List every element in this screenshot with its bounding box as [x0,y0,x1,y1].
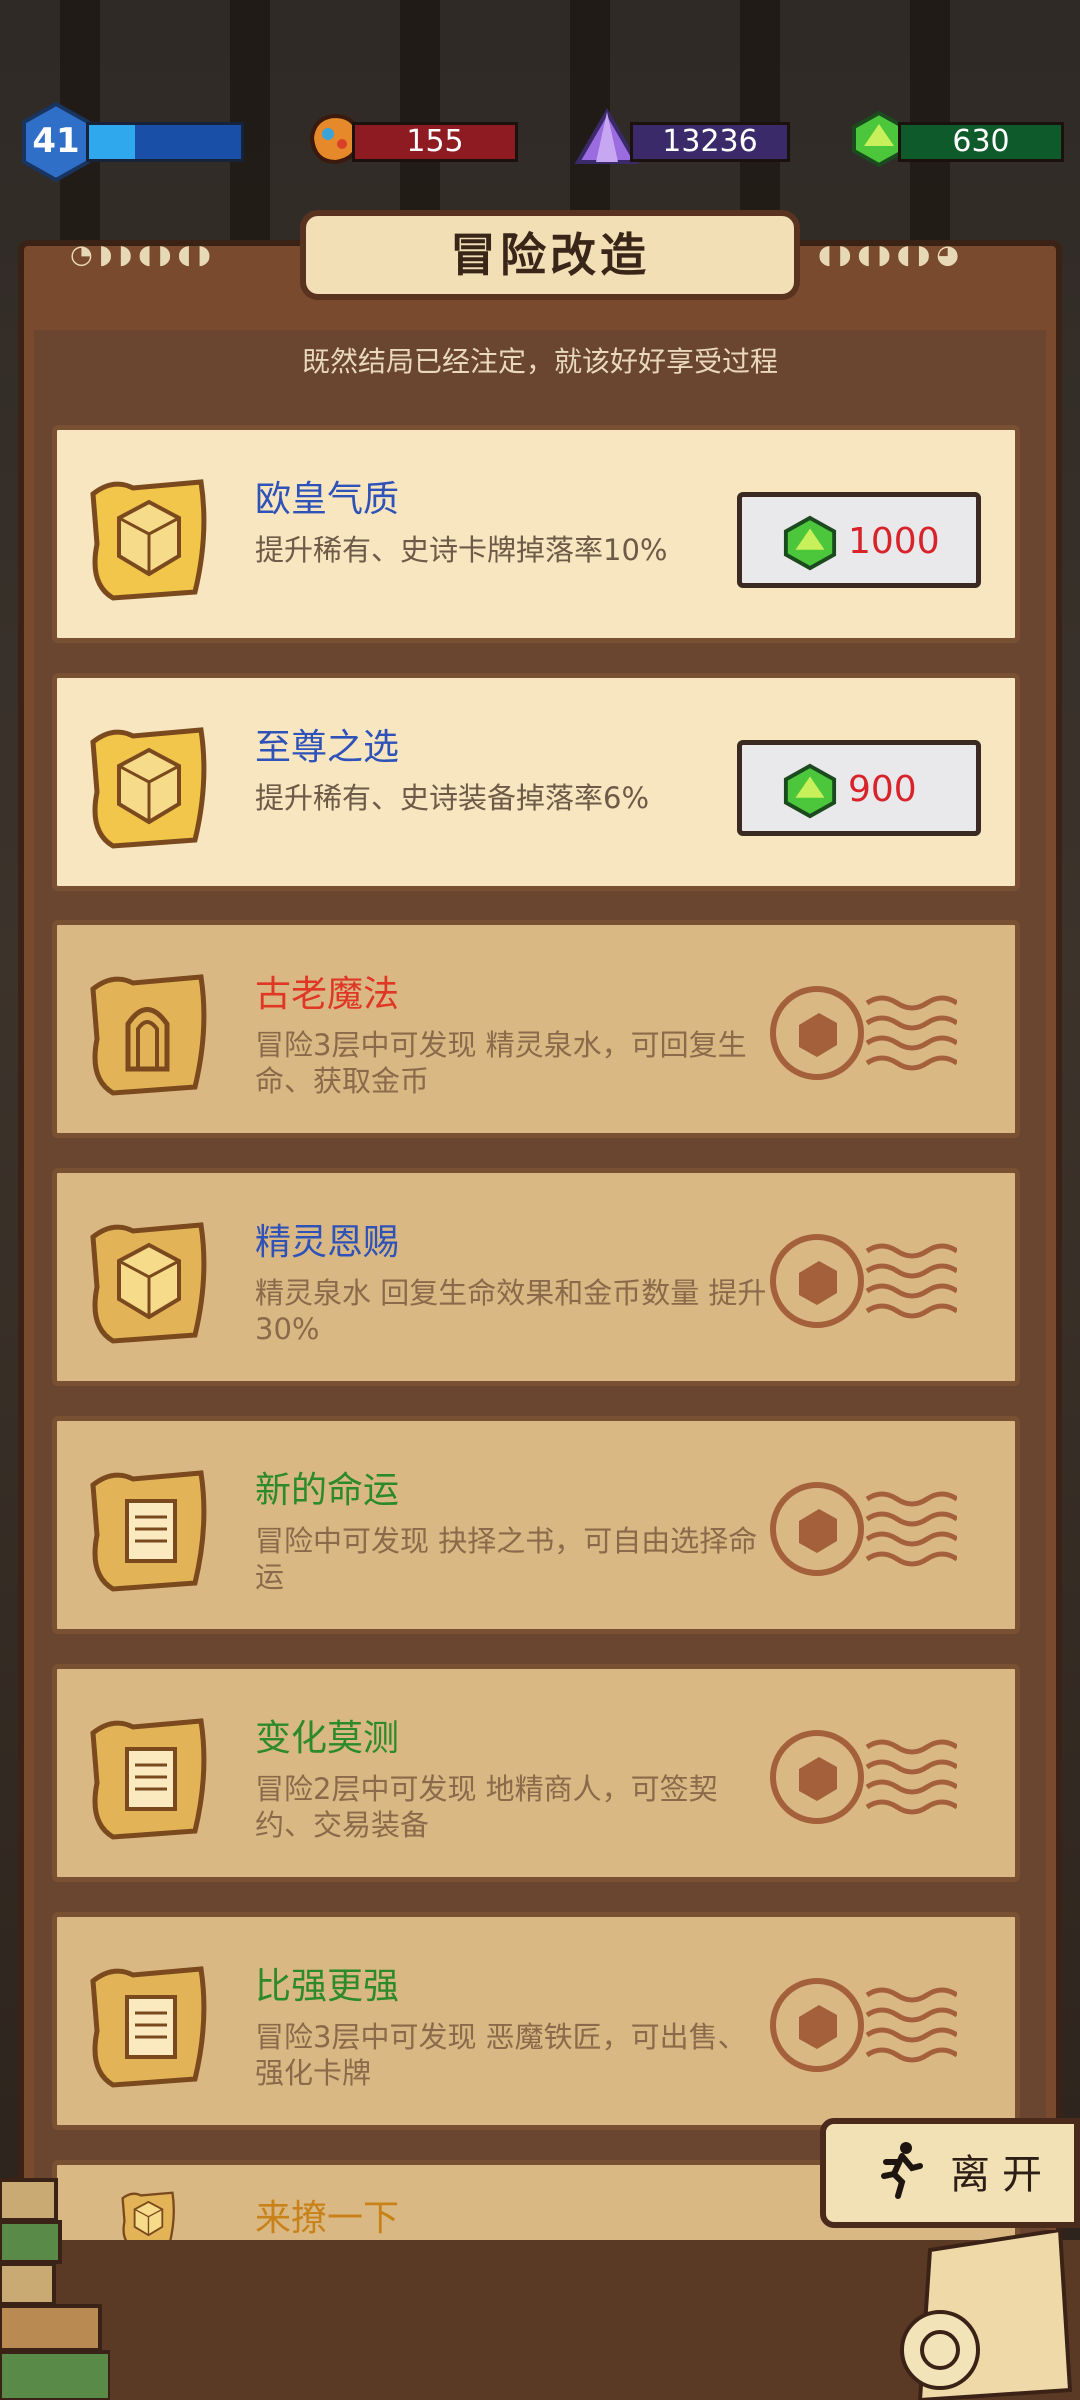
locked-stamp-icon [770,1234,957,1328]
upgrade-card[interactable]: 新的命运冒险中可发现 抉择之书，可自由选择命运 [52,1416,1020,1634]
locked-stamp-icon [770,1978,957,2072]
upgrade-card[interactable]: 精灵恩赐精灵泉水 回复生命效果和金币数量 提升 30% [52,1168,1020,1386]
card-title: 来撩一下 [255,2198,400,2239]
title-decoration-right: ◖◗◖◗◖◗◕ [818,240,965,270]
books-stack-icon [0,2178,110,2400]
dice-scroll-icon [90,1222,207,1344]
card-title: 比强更强 [255,1966,400,2007]
buy-button[interactable]: 900 [737,740,981,836]
book-scroll-icon [90,1470,207,1592]
green-gem-icon [783,763,837,819]
locked-stamp-icon [770,986,957,1080]
gem-value: 630 [952,124,1010,159]
locked-stamp-icon [770,1730,957,1824]
price-value: 900 [848,769,917,810]
card-title: 精灵恩赐 [255,1222,400,1263]
green-gem-icon [783,515,837,571]
player-level: 41 [32,121,80,161]
card-title: 至尊之选 [255,727,400,768]
gem-counter: 630 [898,122,1064,162]
upgrade-card[interactable]: 至尊之选提升稀有、史诗装备掉落率6% 900 [52,673,1020,891]
running-man-icon [881,2142,923,2199]
upgrade-card[interactable]: 变化莫测冒险2层中可发现 地精商人，可签契约、交易装备 [52,1664,1020,1882]
card-description: 冒险中可发现 抉择之书，可自由选择命运 [255,1524,758,1594]
crystal-counter: 13236 [630,122,790,162]
xp-bar [86,122,244,162]
page-subtitle: 既然结局已经注定，就该好好享受过程 [301,345,778,378]
upgrade-card[interactable]: 比强更强冒险3层中可发现 恶魔铁匠，可出售、强化卡牌 [52,1912,1020,2130]
card-description: 冒险3层中可发现 恶魔铁匠，可出售、强化卡牌 [255,2020,747,2090]
card-description: 提升稀有、史诗装备掉落率6% [255,781,650,815]
ore-value: 155 [406,124,464,159]
upgrade-card[interactable]: 古老魔法冒险3层中可发现 精灵泉水，可回复生命、获取金币 [52,920,1020,1138]
book-scroll-icon [90,1718,207,1840]
buy-button[interactable]: 1000 [737,492,981,588]
price-value: 1000 [848,521,940,562]
card-title: 欧皇气质 [255,479,400,520]
ore-counter: 155 [352,122,518,162]
page-title: 冒险改造 [450,228,650,282]
book-scroll-icon [90,1966,207,2088]
dice-scroll-icon [90,479,207,601]
card-title: 新的命运 [255,1470,400,1511]
card-title: 变化莫测 [255,1718,400,1759]
portal-scroll-icon [90,974,207,1096]
dice-scroll-icon [90,727,207,849]
card-description: 提升稀有、史诗卡牌掉落率10% [255,533,668,567]
upgrade-card[interactable]: 欧皇气质提升稀有、史诗卡牌掉落率10% 1000 [52,425,1020,643]
card-description: 冒险2层中可发现 地精商人，可签契约、交易装备 [255,1772,718,1842]
title-decoration-left: ◔◗◗◖◗◖◗ [70,240,217,270]
card-description: 精灵泉水 回复生命效果和金币数量 提升 30% [255,1276,767,1346]
rolled-scroll-icon [900,2230,1073,2400]
card-description: 冒险3层中可发现 精灵泉水，可回复生命、获取金币 [255,1028,747,1098]
leave-label: 离开 [950,2152,1054,2198]
xp-fill [89,125,135,159]
locked-stamp-icon [770,1482,957,1576]
card-title: 古老魔法 [255,974,400,1015]
crystal-value: 13236 [662,124,758,159]
